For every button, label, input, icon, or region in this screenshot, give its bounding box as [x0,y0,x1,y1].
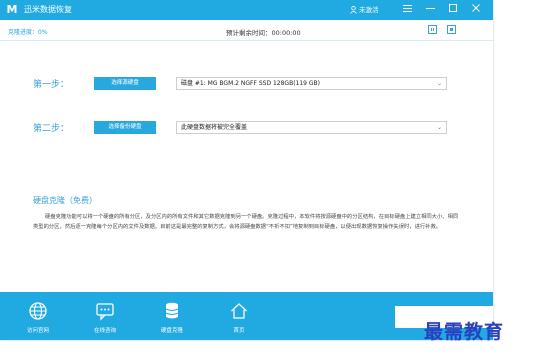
section-title: 硬盘克隆（免费） [33,196,97,205]
chat-icon [96,303,114,321]
disk-icon [165,302,179,319]
nav-online-consult[interactable]: 在线咨询 [77,292,133,340]
nav-official-site[interactable]: 访问官网 [10,292,66,340]
user-account-button[interactable]: 未激活 [350,0,379,20]
minimize-icon [425,8,435,9]
select-source-disk-button[interactable]: 选择源硬盘 [94,77,156,90]
nav-disk-clone-label: 硬盘克隆 [160,328,183,334]
nav-home[interactable]: 首页 [211,292,267,340]
pause-button[interactable] [428,25,437,34]
watermark-text: 最需教育 [424,321,505,343]
nav-home-label: 首页 [233,328,245,334]
globe-icon [29,302,47,320]
title-bar: M 迅米数据恢复 未激活 [0,0,493,20]
home-icon [231,303,247,319]
clone-progress-text: 克隆进度：0% [8,29,48,36]
chevron-down-icon: ⌄ [436,80,442,87]
select-backup-disk-button[interactable]: 选择备份硬盘 [94,121,156,134]
source-disk-value: 磁盘 #1: MG BGM.2 NGFF SSD 128GB(119 GB) [181,80,320,87]
header-divider [0,40,493,41]
menu-button[interactable] [398,0,416,20]
remaining-time-text: 预计剩余时间：00:00:00 [226,29,301,37]
user-status-label: 未激活 [359,6,379,14]
app-logo-icon: M [6,3,18,16]
nav-disk-clone[interactable]: 硬盘克隆 [144,292,200,340]
minimize-button[interactable] [421,0,439,20]
close-button[interactable] [467,0,485,20]
source-disk-select[interactable]: 磁盘 #1: MG BGM.2 NGFF SSD 128GB(119 GB) ⌄ [176,77,447,90]
stop-button[interactable] [447,25,456,34]
step-one-label: 第一步： [33,80,70,90]
backup-disk-value: 此硬盘数据将被完全覆盖 [181,124,248,131]
nav-online-consult-label: 在线咨询 [93,328,116,334]
description-text: 硬盘克隆功能可以将一个硬盘的所有分区，及分区内的所有文件和其它数据克隆到另一个硬… [33,214,459,230]
maximize-button[interactable] [444,0,462,20]
close-icon [472,4,480,12]
chevron-down-icon: ⌄ [436,124,442,131]
maximize-icon [449,4,457,12]
nav-official-site-label: 访问官网 [26,328,49,334]
hamburger-icon [402,5,412,12]
app-window: M 迅米数据恢复 未激活 克隆进度：0% 预计剩余时间：00:00:00 第一步… [0,0,493,340]
backup-disk-select[interactable]: 此硬盘数据将被完全覆盖 ⌄ [176,121,447,134]
app-title: 迅米数据恢复 [24,5,72,14]
user-icon [350,6,357,14]
step-two-label: 第二步： [33,124,70,134]
